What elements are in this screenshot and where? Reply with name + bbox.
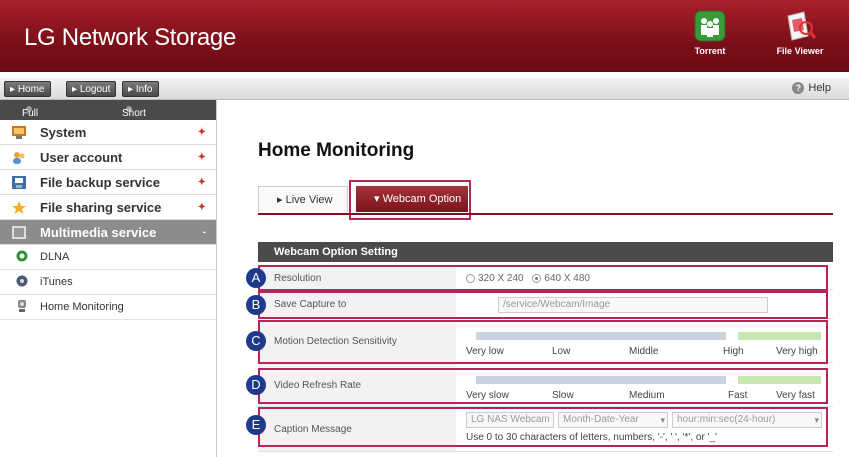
menu-switch: Full Menu Short Menu — [0, 100, 216, 130]
help-link[interactable]: ? Help — [792, 82, 831, 94]
help-icon: ? — [792, 82, 805, 94]
highlight-box-e — [258, 407, 828, 447]
backup-icon — [12, 176, 26, 189]
app-header: LG Network Storage Torrent File Viewer — [0, 0, 849, 72]
highlight-box-c — [258, 320, 828, 364]
sidebar: Full Menu Short Menu System ✦ User accoun… — [0, 100, 217, 457]
dlna-icon — [16, 250, 28, 262]
home-button[interactable]: ▸ Home — [4, 81, 51, 97]
page-title: Home Monitoring — [258, 140, 415, 161]
expand-icon: ✦ — [197, 177, 206, 188]
highlight-box-b — [258, 291, 828, 319]
torrent-label: Torrent — [694, 46, 726, 56]
logout-button[interactable]: ▸ Logout — [66, 81, 117, 97]
sidebar-item-user-account[interactable]: User account ✦ — [0, 145, 216, 170]
sidebar-item-file-sharing[interactable]: File sharing service ✦ — [0, 195, 216, 220]
collapse-icon: - — [202, 227, 206, 238]
tab-label: Live View — [285, 194, 333, 206]
info-label: Info — [135, 84, 153, 95]
sidebar-item-label: iTunes — [40, 276, 73, 288]
expand-icon: ✦ — [197, 202, 206, 213]
sidebar-item-itunes[interactable]: iTunes — [0, 270, 216, 295]
sidebar-item-file-backup[interactable]: File backup service ✦ — [0, 170, 216, 195]
badge-e: E — [246, 415, 266, 435]
short-menu-toggle[interactable]: Short Menu — [122, 104, 147, 130]
sidebar-item-label: File sharing service — [40, 200, 162, 215]
section-header: Webcam Option Setting — [258, 242, 833, 262]
sidebar-item-label: DLNA — [40, 251, 70, 263]
badge-d: D — [246, 375, 266, 395]
highlight-box-a — [258, 265, 828, 291]
sidebar-item-dlna[interactable]: DLNA — [0, 245, 216, 270]
highlight-box-d — [258, 368, 828, 404]
tab-underline — [258, 213, 833, 215]
multimedia-icon — [12, 226, 26, 239]
full-menu-toggle[interactable]: Full Menu — [22, 104, 47, 130]
file-viewer-icon — [787, 11, 816, 41]
camera-icon — [18, 300, 26, 312]
monitor-icon — [12, 126, 26, 139]
star-icon — [12, 201, 26, 214]
logout-label: Logout — [79, 84, 111, 95]
badge-a: A — [246, 268, 266, 288]
torrent-icon — [694, 10, 726, 42]
sidebar-item-label: User account — [40, 150, 123, 165]
top-toolbar: ▸ Home ▸ Logout ▸ Info ? Help — [0, 78, 849, 100]
badge-c: C — [246, 331, 266, 351]
tab-live-view[interactable]: ▸ Live View — [258, 186, 348, 212]
home-label: Home — [17, 84, 45, 95]
sidebar-item-label: System — [40, 125, 87, 140]
app-title: LG Network Storage — [24, 24, 237, 51]
help-label: Help — [808, 82, 831, 94]
file-viewer-button[interactable]: File Viewer — [770, 10, 830, 56]
file-viewer-label: File Viewer — [776, 46, 824, 56]
sidebar-item-label: Home Monitoring — [40, 301, 124, 313]
sidebar-item-system[interactable]: System ✦ — [0, 120, 216, 145]
info-button[interactable]: ▸ Info — [122, 81, 159, 97]
sidebar-item-multimedia[interactable]: Multimedia service - — [0, 220, 216, 245]
expand-icon: ✦ — [197, 152, 206, 163]
badge-b: B — [246, 295, 266, 315]
sidebar-item-home-monitoring[interactable]: Home Monitoring — [0, 295, 216, 320]
itunes-icon — [16, 275, 28, 287]
users-icon — [13, 152, 25, 164]
torrent-button[interactable]: Torrent — [680, 10, 740, 56]
sidebar-item-label: Multimedia service — [40, 225, 157, 240]
sidebar-item-label: File backup service — [40, 175, 160, 190]
expand-icon: ✦ — [197, 127, 206, 138]
